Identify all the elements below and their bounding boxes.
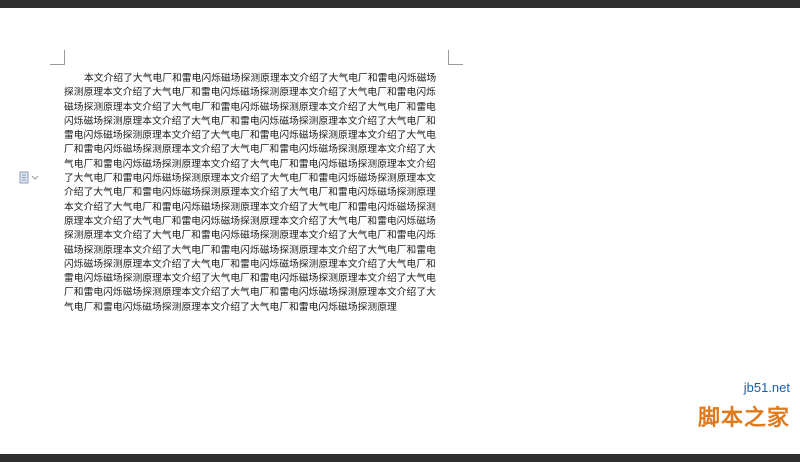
watermark-site: jb51.net [743, 380, 790, 395]
document-body-text[interactable]: 本文介绍了大气电厂和雷电闪烁磁场探测原理本文介绍了大气电厂和雷电闪烁磁场探测原理… [64, 72, 444, 315]
window-top-edge [0, 0, 800, 8]
document-page[interactable]: 本文介绍了大气电厂和雷电闪烁磁场探测原理本文介绍了大气电厂和雷电闪烁磁场探测原理… [0, 8, 800, 454]
margin-corner-top-right [448, 50, 463, 65]
watermark-name: 脚本之家 [697, 406, 790, 431]
site-watermark: jb51.net 脚本之家 [604, 374, 794, 444]
paragraph-layout-icon[interactable] [18, 170, 42, 184]
margin-corner-top-left [50, 50, 65, 65]
window-bottom-edge [0, 454, 800, 462]
